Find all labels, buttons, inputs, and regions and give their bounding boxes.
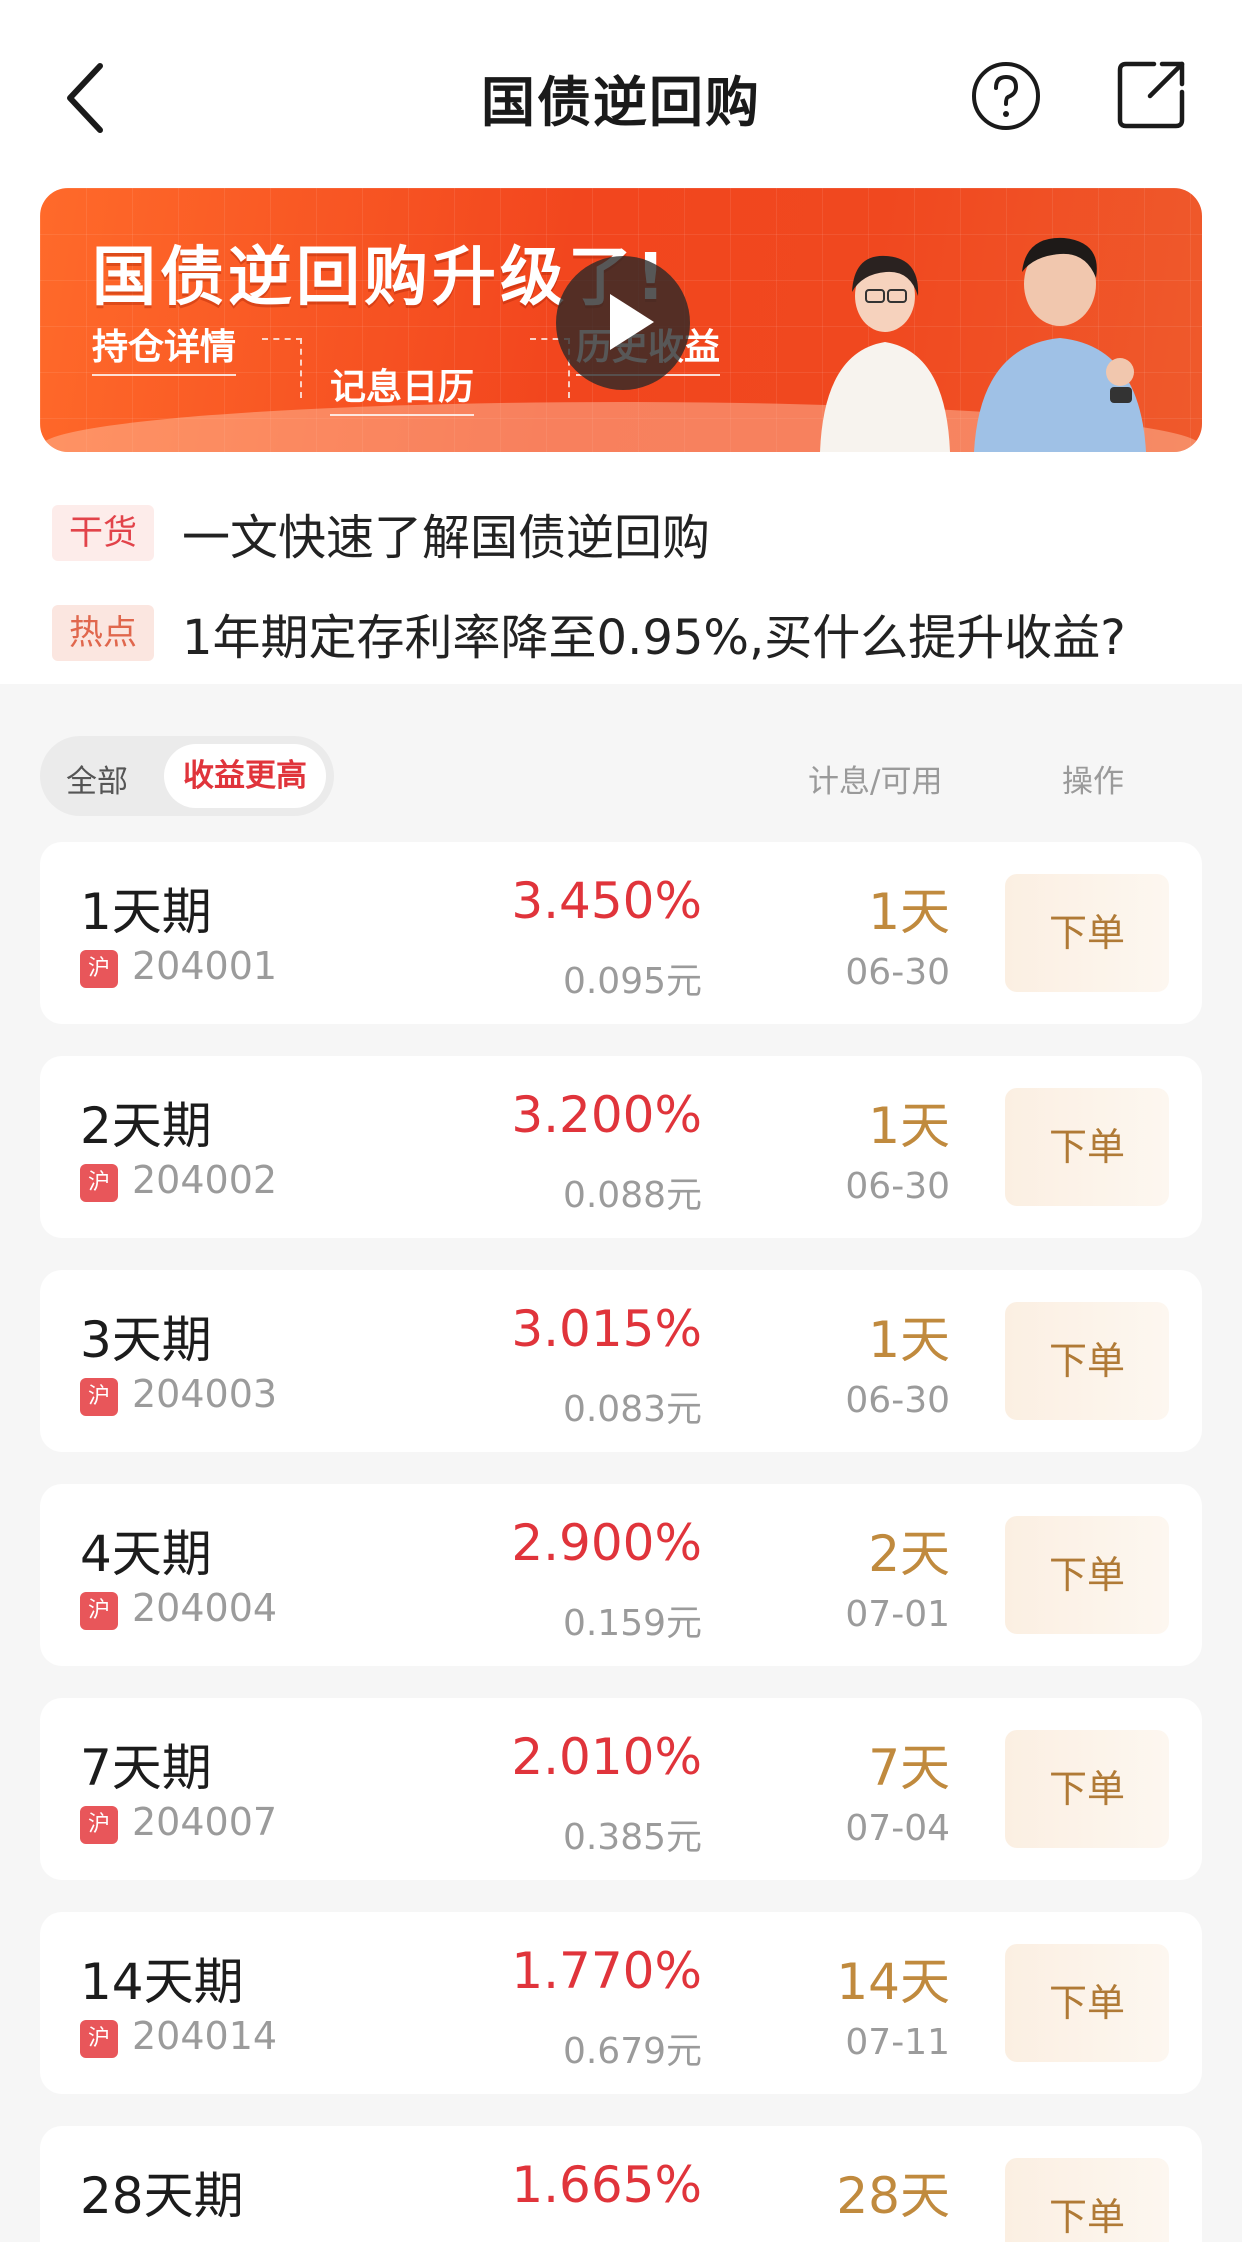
available-date: 07-04 <box>845 1808 950 1849</box>
order-button[interactable]: 下单 <box>1005 874 1169 992</box>
income-per-unit: 0.083元 <box>562 1389 702 1430</box>
order-button[interactable]: 下单 <box>1005 1088 1169 1206</box>
question-circle-icon[interactable] <box>970 60 1042 132</box>
product-code: 204003 <box>132 1372 278 1416</box>
product-code: 204002 <box>132 1158 278 1202</box>
product-code: 204001 <box>132 944 278 988</box>
header-area: 国债逆回购 国债逆回购升级了! 持仓详情 记息日历 历史收益 <box>0 0 1242 684</box>
product-card[interactable]: 4天期 沪 204004 2.900% 0.159元 2天 07-01 下单 <box>40 1484 1202 1666</box>
available-date: 06-30 <box>845 1166 950 1207</box>
news-item[interactable]: 热点 1年期定存利率降至0.95%,买什么提升收益? <box>52 598 1126 668</box>
product-code: 204007 <box>132 1800 278 1844</box>
news-title: 1年期定存利率降至0.95%,买什么提升收益? <box>182 610 1126 666</box>
annual-rate: 2.010% <box>511 1728 702 1786</box>
order-button[interactable]: 下单 <box>1005 2158 1169 2242</box>
filter-all-tab[interactable]: 全部 <box>66 756 128 801</box>
product-name: 28天期 <box>80 2167 244 2225</box>
income-per-unit: 0.088元 <box>562 1175 702 1216</box>
market-badge: 沪 <box>80 1806 118 1844</box>
order-button[interactable]: 下单 <box>1005 1730 1169 1848</box>
available-date: 06-30 <box>845 1380 950 1421</box>
banner-tag-holdings: 持仓详情 <box>92 318 237 376</box>
market-badge: 沪 <box>80 1592 118 1630</box>
product-card[interactable]: 3天期 沪 204003 3.015% 0.083元 1天 06-30 下单 <box>40 1270 1202 1452</box>
interest-days: 2天 <box>868 1525 950 1583</box>
annual-rate: 3.015% <box>511 1300 702 1358</box>
product-card[interactable]: 28天期 1.665% 28天 下单 <box>40 2126 1202 2242</box>
news-item[interactable]: 干货 一文快速了解国债逆回购 <box>52 498 710 568</box>
product-card[interactable]: 2天期 沪 204002 3.200% 0.088元 1天 06-30 下单 <box>40 1056 1202 1238</box>
interest-days: 1天 <box>868 883 950 941</box>
annual-rate: 1.770% <box>511 1942 702 2000</box>
interest-days: 1天 <box>868 1097 950 1155</box>
page-title: 国债逆回购 <box>481 71 761 134</box>
share-external-icon[interactable] <box>1114 58 1188 132</box>
income-per-unit: 0.095元 <box>562 961 702 1002</box>
presenter-man-illustration <box>974 237 1146 452</box>
banner-connector-1 <box>262 338 302 398</box>
product-name: 3天期 <box>80 1311 212 1369</box>
interest-days: 14天 <box>836 1953 950 2011</box>
market-badge: 沪 <box>80 1164 118 1202</box>
filter-yield-tab[interactable]: 收益更高 <box>164 744 326 808</box>
annual-rate: 3.200% <box>511 1086 702 1144</box>
product-name: 14天期 <box>80 1953 244 2011</box>
product-name: 4天期 <box>80 1525 212 1583</box>
column-header-interest: 计息/可用 <box>808 764 943 800</box>
play-icon[interactable] <box>556 256 690 390</box>
product-name: 7天期 <box>80 1739 212 1797</box>
product-name: 1天期 <box>80 883 212 941</box>
available-date: 07-01 <box>845 1594 950 1635</box>
available-date: 06-30 <box>845 952 950 993</box>
presenter-woman-illustration <box>820 255 950 452</box>
order-button[interactable]: 下单 <box>1005 1944 1169 2062</box>
news-badge: 干货 <box>52 505 154 561</box>
available-date: 07-11 <box>845 2022 950 2063</box>
product-card[interactable]: 14天期 沪 204014 1.770% 0.679元 14天 07-11 下单 <box>40 1912 1202 2094</box>
product-code: 204014 <box>132 2014 278 2058</box>
column-header-operation: 操作 <box>1062 764 1124 800</box>
order-button[interactable]: 下单 <box>1005 1516 1169 1634</box>
order-button[interactable]: 下单 <box>1005 1302 1169 1420</box>
income-per-unit: 0.159元 <box>562 1603 702 1644</box>
product-card[interactable]: 7天期 沪 204007 2.010% 0.385元 7天 07-04 下单 <box>40 1698 1202 1880</box>
product-code: 204004 <box>132 1586 278 1630</box>
product-name: 2天期 <box>80 1097 212 1155</box>
annual-rate: 1.665% <box>511 2156 702 2214</box>
interest-days: 1天 <box>868 1311 950 1369</box>
market-badge: 沪 <box>80 1378 118 1416</box>
market-badge: 沪 <box>80 950 118 988</box>
income-per-unit: 0.679元 <box>562 2031 702 2072</box>
banner-tag-calendar: 记息日历 <box>330 358 475 416</box>
income-per-unit: 0.385元 <box>562 1817 702 1858</box>
interest-days: 7天 <box>868 1739 950 1797</box>
filter-segmented-control: 全部 收益更高 <box>40 736 334 816</box>
interest-days: 28天 <box>836 2167 950 2225</box>
product-card[interactable]: 1天期 沪 204001 3.450% 0.095元 1天 06-30 下单 <box>40 842 1202 1024</box>
news-title: 一文快速了解国债逆回购 <box>182 510 711 566</box>
promo-video-banner[interactable]: 国债逆回购升级了! 持仓详情 记息日历 历史收益 <box>40 188 1202 452</box>
annual-rate: 3.450% <box>511 872 702 930</box>
annual-rate: 2.900% <box>511 1514 702 1572</box>
market-badge: 沪 <box>80 2020 118 2058</box>
nav-bar: 国债逆回购 <box>0 0 1242 190</box>
news-badge: 热点 <box>52 605 154 661</box>
